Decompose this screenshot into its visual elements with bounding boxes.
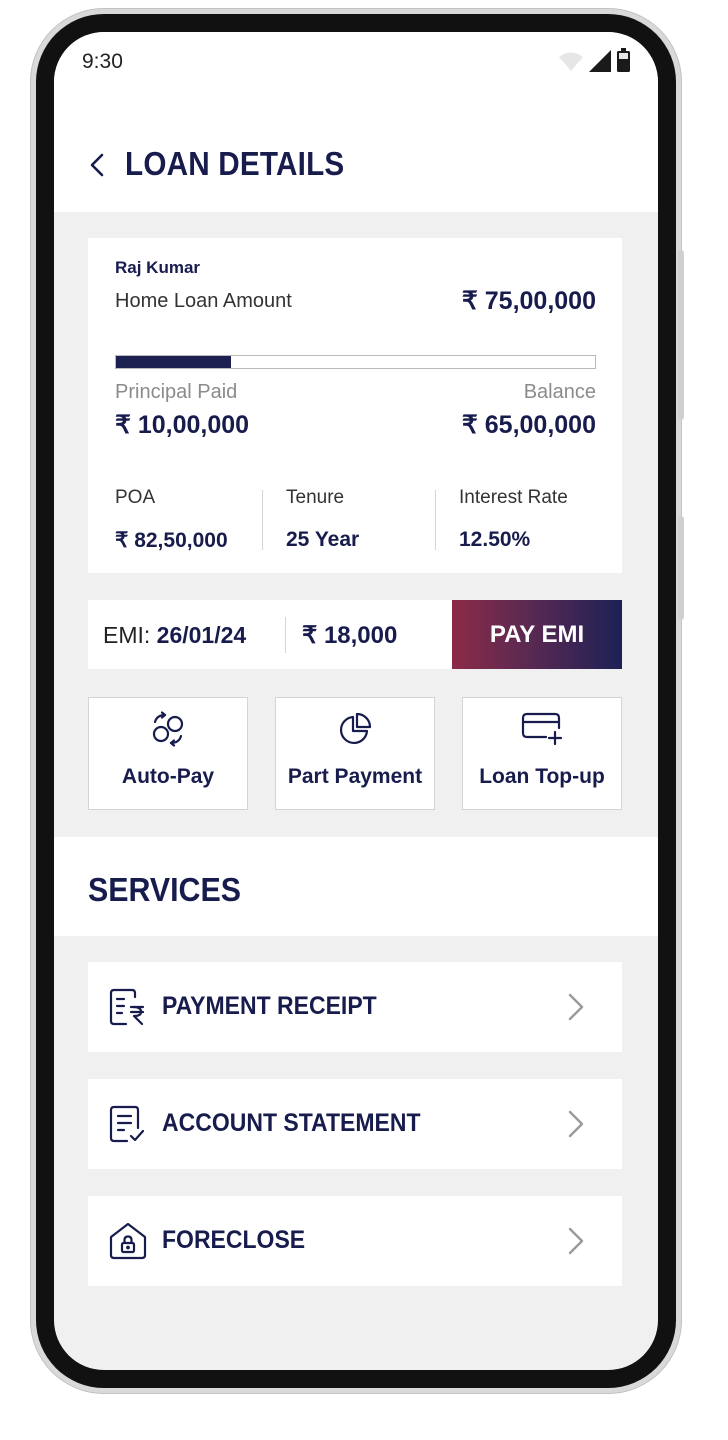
chevron-right-icon bbox=[568, 1227, 584, 1255]
account-holder-name: Raj Kumar bbox=[115, 258, 201, 277]
pie-chart-icon bbox=[340, 712, 372, 744]
service-item-foreclose[interactable]: FORECLOSE bbox=[88, 1196, 622, 1286]
poa-value: ₹ 82,50,000 bbox=[115, 529, 228, 552]
header: LOAN DETAILS bbox=[54, 94, 658, 212]
part-payment-label: Part Payment bbox=[287, 765, 423, 788]
emi-date: 26/01/24 bbox=[156, 622, 247, 648]
auto-pay-tile[interactable]: Auto-Pay bbox=[88, 697, 248, 810]
emi-divider bbox=[285, 617, 286, 653]
chevron-right-icon bbox=[568, 993, 584, 1021]
chevron-right-icon bbox=[568, 1110, 584, 1138]
repayment-progress-fill bbox=[116, 356, 231, 368]
stat-divider bbox=[435, 490, 436, 550]
tenure-label: Tenure bbox=[286, 487, 345, 508]
service-item-account-statement[interactable]: ACCOUNT STATEMENT bbox=[88, 1079, 622, 1169]
balance-value: ₹ 65,00,000 bbox=[461, 411, 596, 439]
autopay-icon bbox=[152, 711, 184, 747]
principal-paid-label: Principal Paid bbox=[115, 381, 238, 403]
principal-paid-value: ₹ 10,00,000 bbox=[115, 411, 250, 439]
card-add-icon bbox=[521, 712, 563, 746]
battery-icon bbox=[617, 48, 630, 72]
account-statement-label: ACCOUNT STATEMENT bbox=[162, 1109, 421, 1137]
status-bar: 9:30 bbox=[54, 32, 658, 94]
status-time: 9:30 bbox=[82, 50, 123, 73]
power-button bbox=[678, 250, 684, 420]
interest-rate-label: Interest Rate bbox=[459, 487, 568, 508]
loan-top-up-tile[interactable]: Loan Top-up bbox=[462, 697, 622, 810]
services-section-header: SERVICES bbox=[54, 837, 658, 936]
loan-type-label: Home Loan Amount bbox=[115, 290, 292, 312]
services-title: SERVICES bbox=[88, 871, 241, 908]
house-lock-icon bbox=[109, 1222, 147, 1260]
service-item-payment-receipt[interactable]: PAYMENT RECEIPT bbox=[88, 962, 622, 1052]
emi-due: EMI: 26/01/24 bbox=[103, 622, 246, 649]
repayment-progress-bar bbox=[115, 355, 596, 369]
interest-rate-value: 12.50% bbox=[459, 528, 531, 551]
loan-top-up-label: Loan Top-up bbox=[479, 765, 605, 788]
auto-pay-label: Auto-Pay bbox=[121, 765, 215, 788]
emi-label: EMI: bbox=[103, 622, 151, 648]
loan-summary-card: Raj Kumar Home Loan Amount ₹ 75,00,000 P… bbox=[88, 238, 622, 573]
stat-divider bbox=[262, 490, 263, 550]
payment-receipt-label: PAYMENT RECEIPT bbox=[162, 992, 377, 1020]
status-icons bbox=[559, 48, 630, 72]
receipt-rupee-icon bbox=[109, 988, 145, 1026]
pay-emi-button[interactable]: PAY EMI bbox=[452, 600, 622, 669]
emi-amount: ₹ 18,000 bbox=[302, 622, 398, 649]
foreclose-label: FORECLOSE bbox=[162, 1226, 306, 1254]
screen: 9:30 LOAN DETAILS Raj Kumar Home Loan Am… bbox=[54, 32, 658, 1370]
back-button[interactable] bbox=[82, 148, 112, 182]
wifi-icon bbox=[559, 52, 583, 71]
volume-button bbox=[678, 516, 684, 620]
balance-label: Balance bbox=[523, 381, 596, 403]
loan-amount: ₹ 75,00,000 bbox=[461, 287, 596, 315]
emi-row: EMI: 26/01/24 ₹ 18,000 PAY EMI bbox=[88, 600, 622, 669]
signal-icon bbox=[589, 50, 611, 72]
poa-label: POA bbox=[115, 487, 156, 508]
back-arrow-icon bbox=[90, 153, 104, 177]
statement-check-icon bbox=[109, 1105, 145, 1143]
tenure-value: 25 Year bbox=[286, 528, 360, 551]
part-payment-tile[interactable]: Part Payment bbox=[275, 697, 435, 810]
page-title: LOAN DETAILS bbox=[125, 145, 345, 182]
